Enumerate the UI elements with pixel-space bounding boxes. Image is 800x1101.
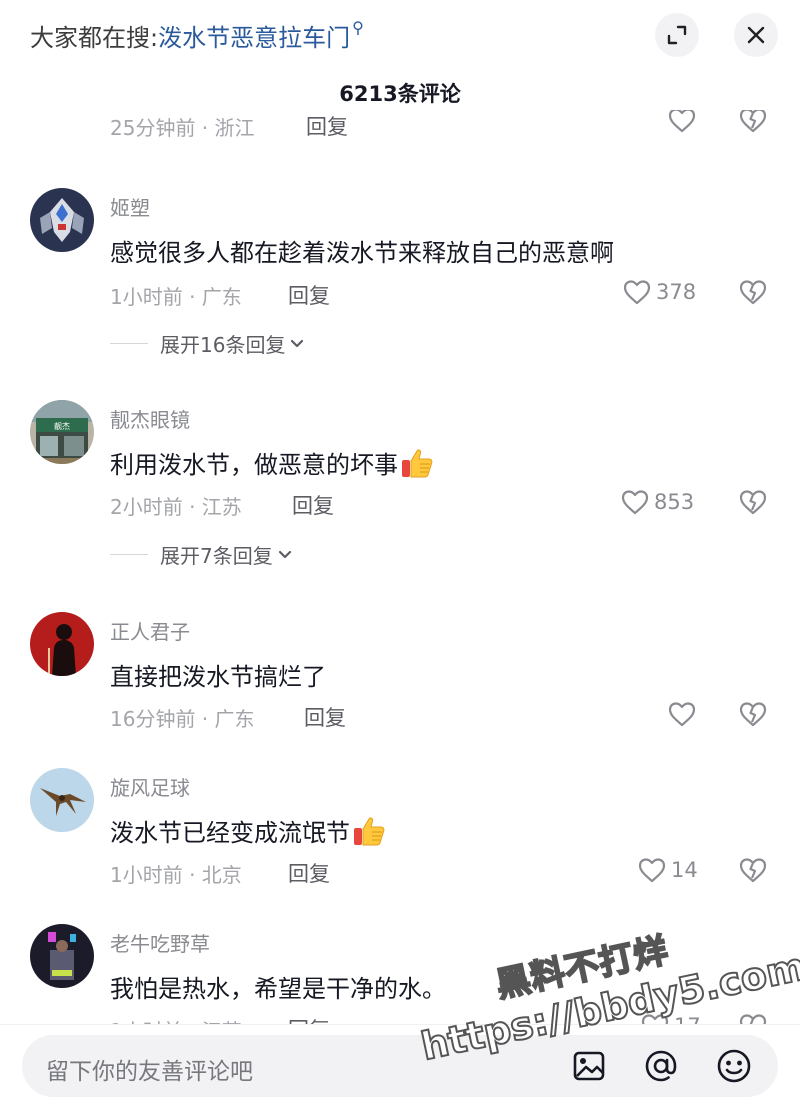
heart-icon (621, 490, 649, 515)
heart-icon (668, 110, 696, 133)
comment-item: 正人君子 直接把泼水节搞烂了 16分钟前 · 广东 回复 (0, 612, 800, 752)
mention-button[interactable] (642, 1047, 680, 1085)
comment-item: 靓杰 靓杰眼镜 利用泼水节，做恶意的坏事 2小时前 · 江苏 回复 853 展开… (0, 400, 800, 590)
avatar[interactable] (30, 924, 94, 988)
divider-line (110, 554, 148, 555)
image-icon (573, 1051, 605, 1081)
reply-button[interactable]: 回复 (292, 490, 334, 520)
comment-text-content: 利用泼水节，做恶意的坏事 (110, 451, 398, 479)
broken-heart-icon (739, 702, 767, 727)
top-bar: 大家都在搜:泼水节恶意拉车门 ⚲ (0, 0, 800, 72)
expand-icon (667, 25, 687, 45)
avatar[interactable] (30, 188, 94, 252)
avatar[interactable]: 靓杰 (30, 400, 94, 464)
expand-replies-label: 展开7条回复 (160, 544, 273, 568)
comment-text: 泼水节已经变成流氓节 (110, 813, 386, 853)
search-suggestion-query[interactable]: 泼水节恶意拉车门 (158, 24, 350, 52)
broken-heart-icon (739, 858, 767, 883)
comment-meta: 1小时前 · 北京 (110, 863, 242, 887)
comment-count-title: 6213条评论 (339, 82, 461, 106)
avatar[interactable] (30, 768, 94, 832)
heart-icon (638, 858, 666, 883)
image-button[interactable] (570, 1047, 608, 1085)
like-button[interactable]: 378 (622, 278, 696, 306)
comment-item-partial: 25分钟前 · 浙江 回复 (0, 110, 800, 148)
divider-line (110, 343, 148, 344)
expand-replies-button[interactable]: 展开7条回复 (110, 540, 293, 569)
comment-nickname[interactable]: 旋风足球 (110, 772, 190, 801)
reply-button[interactable]: 回复 (306, 111, 348, 141)
comment-text: 感觉很多人都在趁着泼水节来释放自己的恶意啊 (110, 239, 614, 267)
like-button[interactable] (667, 700, 697, 728)
comment-text: 我怕是热水，希望是干净的水。 (110, 975, 446, 1003)
search-suggestion[interactable]: 大家都在搜:泼水节恶意拉车门 ⚲ (30, 18, 364, 53)
smile-icon (717, 1049, 751, 1083)
comment-nickname[interactable]: 靓杰眼镜 (110, 404, 190, 433)
comment-item: 旋风足球 泼水节已经变成流氓节 1小时前 · 北京 回复 14 (0, 768, 800, 908)
search-icon: ⚲ (352, 18, 364, 37)
dislike-button[interactable] (738, 278, 768, 310)
expand-replies-button[interactable]: 展开16条回复 (110, 329, 305, 358)
like-button[interactable] (667, 110, 697, 134)
comment-text-content: 泼水节已经变成流氓节 (110, 819, 350, 847)
comment-meta: 16分钟前 · 广东 (110, 707, 255, 731)
comment-input-placeholder: 留下你的友善评论吧 (46, 1059, 253, 1085)
comment-input[interactable]: 留下你的友善评论吧 (22, 1035, 778, 1097)
comment-item: 姬塑 感觉很多人都在趁着泼水节来释放自己的恶意啊 1小时前 · 广东 回复 37… (0, 188, 800, 378)
comment-nickname[interactable]: 姬塑 (110, 192, 150, 221)
emoji-button[interactable] (715, 1047, 753, 1085)
close-icon (747, 26, 765, 44)
like-button[interactable]: 853 (620, 488, 694, 516)
thumbs-up-emoji (352, 815, 386, 853)
comment-nickname[interactable]: 正人君子 (110, 616, 190, 645)
chevron-down-icon (278, 550, 291, 558)
search-suggestion-prefix: 大家都在搜: (30, 24, 159, 52)
avatar-sign-text: 靓杰 (54, 421, 70, 431)
heart-icon (668, 702, 696, 727)
expand-replies-label: 展开16条回复 (160, 333, 286, 357)
avatar[interactable] (30, 612, 94, 676)
like-count: 14 (671, 858, 698, 882)
broken-heart-icon (739, 280, 767, 305)
at-icon (645, 1050, 677, 1082)
like-count: 378 (656, 280, 697, 304)
dislike-button[interactable] (738, 700, 768, 732)
comment-meta: 25分钟前 · 浙江 (110, 116, 255, 140)
dislike-button[interactable] (738, 856, 768, 888)
dislike-button[interactable] (738, 110, 768, 138)
expand-button[interactable] (655, 13, 699, 57)
comment-meta: 1小时前 · 广东 (110, 285, 242, 309)
chevron-down-icon (291, 339, 304, 347)
comment-text: 利用泼水节，做恶意的坏事 (110, 445, 434, 485)
comment-text: 直接把泼水节搞烂了 (110, 663, 326, 691)
comment-item: 老牛吃野草 我怕是热水，希望是干净的水。 1小时前 · 江苏 回复 17 (0, 924, 800, 1025)
broken-heart-icon (739, 110, 767, 133)
reply-button[interactable]: 回复 (288, 858, 330, 888)
thumbs-up-emoji (400, 447, 434, 485)
like-button[interactable]: 14 (637, 856, 698, 884)
broken-heart-icon (739, 490, 767, 515)
close-button[interactable] (734, 13, 778, 57)
comment-input-bar: 留下你的友善评论吧 (0, 1024, 800, 1101)
comment-list[interactable]: 25分钟前 · 浙江 回复 姬塑 感觉很多人都在趁着泼水节来释放自己的恶意啊 1… (0, 110, 800, 1025)
like-count: 853 (654, 490, 695, 514)
comment-nickname[interactable]: 老牛吃野草 (110, 928, 210, 957)
comment-meta: 2小时前 · 江苏 (110, 495, 242, 519)
dislike-button[interactable] (738, 488, 768, 520)
heart-icon (623, 280, 651, 305)
reply-button[interactable]: 回复 (288, 280, 330, 310)
reply-button[interactable]: 回复 (304, 702, 346, 732)
